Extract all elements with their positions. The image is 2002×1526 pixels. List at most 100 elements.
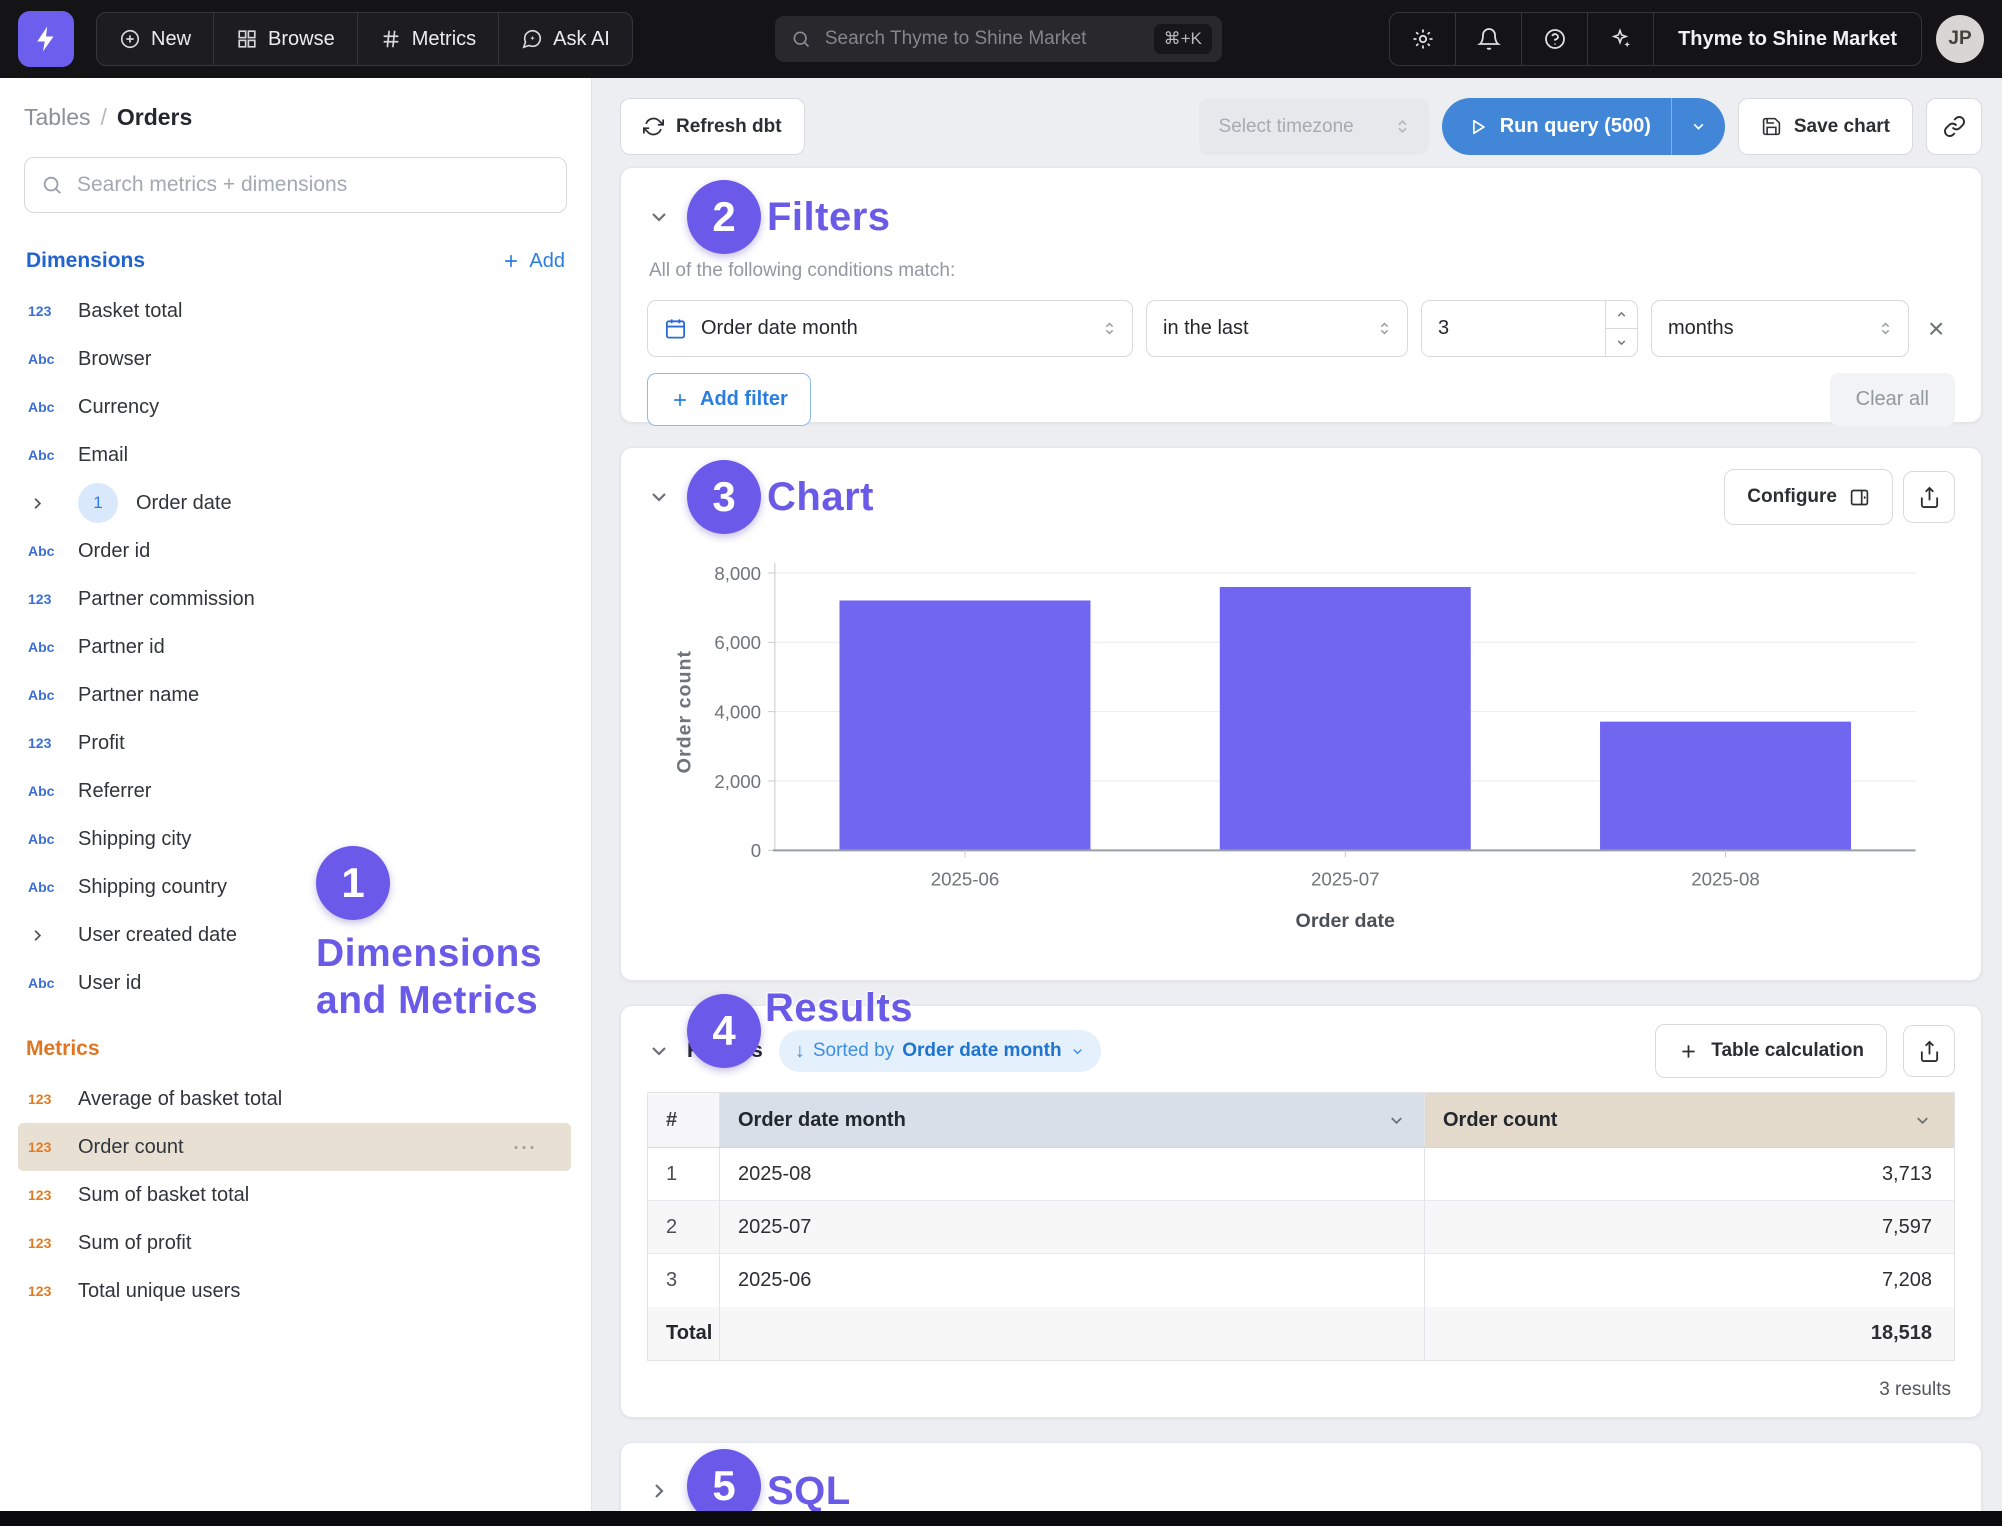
sidebar-dimension-item[interactable]: Abc Browser: [0, 335, 573, 383]
sorted-by-pill[interactable]: ↓ Sorted by Order date month: [779, 1030, 1101, 1072]
sidebar-dimension-item[interactable]: 123 Profit: [0, 719, 573, 767]
sidebar-item-label: Order id: [78, 540, 150, 563]
bar-chart[interactable]: 02,0004,0006,0008,0002025-062025-072025-…: [647, 540, 1955, 964]
bar-2025-06[interactable]: [839, 600, 1090, 850]
filter-value-input[interactable]: [1422, 301, 1605, 356]
nav-browse-button[interactable]: Browse: [214, 13, 358, 65]
configure-chart-button[interactable]: Configure: [1724, 469, 1893, 525]
sidebar-dimension-item[interactable]: Abc Partner id: [0, 623, 573, 671]
sorted-by-field: Order date month: [902, 1040, 1061, 1062]
help-button[interactable]: [1522, 13, 1588, 65]
sidebar-item-label: Partner commission: [78, 588, 255, 611]
dimensions-header: Dimensions Add: [0, 249, 591, 273]
nav-new-label: New: [151, 28, 191, 51]
bar-2025-07[interactable]: [1220, 587, 1471, 850]
add-filter-label: Add filter: [700, 388, 788, 411]
global-search[interactable]: ⌘+K: [775, 16, 1222, 62]
spinner-up-button[interactable]: [1606, 301, 1637, 329]
sidebar-metric-item[interactable]: 123 Order count ⋯: [18, 1123, 571, 1171]
share-link-button[interactable]: [1926, 98, 1982, 155]
sidebar-metric-item[interactable]: 123 Sum of profit: [0, 1219, 573, 1267]
sidebar-dimension-item[interactable]: Abc Currency: [0, 383, 573, 431]
filters-collapse-toggle[interactable]: [647, 205, 671, 229]
results-table-row[interactable]: 1 2025-08 3,713: [648, 1148, 1954, 1201]
breadcrumb-tables-link[interactable]: Tables: [24, 104, 90, 131]
timezone-select[interactable]: Select timezone: [1199, 98, 1429, 155]
export-results-button[interactable]: [1903, 1025, 1955, 1077]
save-chart-button[interactable]: Save chart: [1738, 98, 1913, 155]
spinner-down-button[interactable]: [1606, 329, 1637, 356]
add-filter-button[interactable]: Add filter: [647, 373, 811, 426]
chevron-down-icon: [647, 205, 671, 229]
run-query-main[interactable]: Run query (500): [1442, 98, 1671, 155]
string-type-icon: Abc: [28, 351, 62, 367]
refresh-dbt-button[interactable]: Refresh dbt: [620, 98, 805, 155]
chevron-right-icon: [647, 1479, 671, 1503]
sidebar-search-input[interactable]: [75, 172, 550, 198]
sidebar-metric-item[interactable]: 123 Average of basket total: [0, 1075, 573, 1123]
export-chart-button[interactable]: [1903, 471, 1955, 523]
navbar-right: Thyme to Shine Market JP: [1389, 12, 1984, 66]
main-nav-group: New Browse Metrics Ask AI: [96, 12, 633, 66]
plus-circle-icon: [119, 28, 141, 50]
chart-collapse-toggle[interactable]: [647, 485, 671, 509]
sidebar-dimension-group[interactable]: 1 Order date: [0, 479, 573, 527]
nav-new-button[interactable]: New: [97, 13, 214, 65]
user-avatar[interactable]: JP: [1936, 15, 1984, 63]
nav-ask-ai-button[interactable]: Ask AI: [499, 13, 632, 65]
bar-2025-08[interactable]: [1600, 722, 1851, 851]
sidebar-dimension-item[interactable]: Abc Order id: [0, 527, 573, 575]
metrics-title: Metrics: [26, 1037, 100, 1061]
dimension-column-label: Order date month: [738, 1109, 906, 1132]
settings-button[interactable]: [1390, 13, 1456, 65]
metric-column-header[interactable]: Order count: [1425, 1093, 1954, 1147]
sidebar-dimension-item[interactable]: Abc Partner name: [0, 671, 573, 719]
row-index-cell: 2: [648, 1201, 720, 1253]
sidebar-dimension-item[interactable]: 123 Basket total: [0, 287, 573, 335]
table-calculation-button[interactable]: Table calculation: [1655, 1024, 1887, 1078]
sidebar-search[interactable]: [24, 157, 567, 213]
results-table-row[interactable]: 2 2025-07 7,597: [648, 1201, 1954, 1254]
dimension-column-header[interactable]: Order date month: [720, 1093, 1425, 1147]
run-query-button[interactable]: Run query (500): [1442, 98, 1725, 155]
item-menu-icon[interactable]: ⋯: [512, 1133, 549, 1162]
sidebar-item-label: Partner name: [78, 684, 199, 707]
filter-operator-select[interactable]: in the last: [1146, 300, 1408, 357]
play-icon: [1468, 117, 1488, 137]
sidebar-dimension-item[interactable]: 123 Partner commission: [0, 575, 573, 623]
search-shortcut-chip: ⌘+K: [1154, 24, 1212, 54]
select-caret-icon: [1394, 118, 1411, 135]
sidebar-dimension-item[interactable]: Abc Email: [0, 431, 573, 479]
sidebar-metric-item[interactable]: 123 Sum of basket total: [0, 1171, 573, 1219]
chevron-right-icon: [28, 494, 62, 513]
sidebar-metric-item[interactable]: 123 Total unique users: [0, 1267, 573, 1315]
clear-all-button[interactable]: Clear all: [1830, 373, 1955, 426]
sidebar-item-label: Basket total: [78, 300, 183, 323]
explore-toolbar: Refresh dbt Select timezone Run query (5…: [620, 98, 1982, 155]
metric-value-cell: 7,597: [1425, 1201, 1954, 1253]
nav-metrics-button[interactable]: Metrics: [358, 13, 499, 65]
global-search-input[interactable]: [823, 27, 1142, 51]
sidebar-dimension-item[interactable]: Abc Referrer: [0, 767, 573, 815]
org-switcher[interactable]: Thyme to Shine Market: [1654, 13, 1921, 65]
filter-field-select[interactable]: Order date month: [647, 300, 1133, 357]
hash-icon: [380, 28, 402, 50]
add-dimension-button[interactable]: Add: [501, 250, 565, 273]
string-type-icon: Abc: [28, 399, 62, 415]
number-type-icon: 123: [28, 1235, 62, 1251]
run-query-dropdown[interactable]: [1671, 98, 1725, 155]
results-collapse-toggle[interactable]: [647, 1039, 671, 1063]
remove-filter-button[interactable]: ×: [1928, 315, 1944, 343]
string-type-icon: Abc: [28, 975, 62, 991]
sql-collapse-toggle[interactable]: [647, 1479, 671, 1503]
string-type-icon: Abc: [28, 783, 62, 799]
plus-icon: [670, 390, 690, 410]
ai-assistant-button[interactable]: [1588, 13, 1654, 65]
results-table-row[interactable]: 3 2025-06 7,208: [648, 1254, 1954, 1307]
notifications-button[interactable]: [1456, 13, 1522, 65]
chevron-down-icon: [1615, 336, 1628, 349]
filter-unit-select[interactable]: months: [1651, 300, 1909, 357]
sidebar-item-label: Shipping city: [78, 828, 191, 851]
chat-sparkle-icon: [521, 28, 543, 50]
app-logo[interactable]: [18, 11, 74, 67]
